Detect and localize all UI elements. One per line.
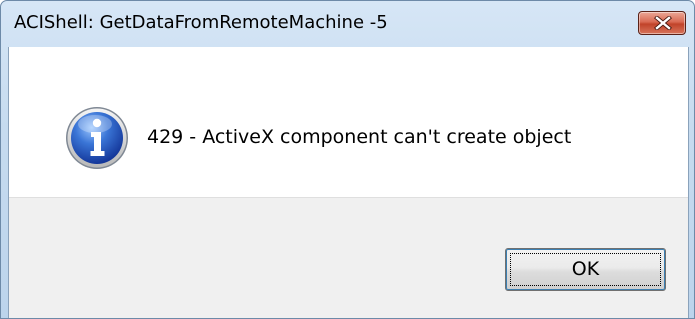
title-bar[interactable]: ACIShell: GetDataFromRemoteMachine -5 <box>1 1 694 47</box>
close-icon <box>654 16 672 30</box>
window-title: ACIShell: GetDataFromRemoteMachine -5 <box>14 12 388 33</box>
message-box-window: ACIShell: GetDataFromRemoteMachine -5 42… <box>0 0 695 319</box>
message-area: 429 - ActiveX component can't create obj… <box>9 47 688 197</box>
ok-button-label: OK <box>571 258 600 280</box>
button-bar: OK <box>9 197 688 318</box>
ok-button[interactable]: OK <box>505 248 666 291</box>
info-icon <box>66 107 128 169</box>
close-button[interactable] <box>638 11 686 35</box>
dialog-body: 429 - ActiveX component can't create obj… <box>8 47 689 318</box>
error-message: 429 - ActiveX component can't create obj… <box>147 126 572 148</box>
